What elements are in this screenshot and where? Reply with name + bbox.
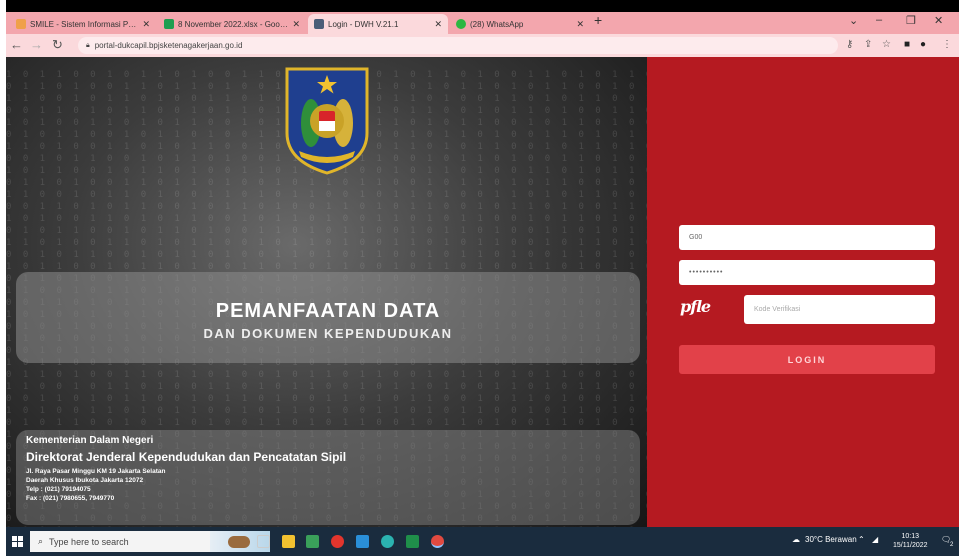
bookmark-star-icon[interactable]: ☆ — [882, 39, 891, 50]
excel-icon[interactable] — [406, 535, 419, 548]
lock-icon: 🔒︎ — [86, 41, 90, 49]
address-line-2: Daerah Khusus Ibukota Jakarta 12072 — [26, 477, 144, 484]
hero-title: PEMANFAATAN DATA — [215, 300, 441, 322]
minimize-icon[interactable]: – — [876, 14, 882, 26]
mail-icon[interactable] — [356, 535, 369, 548]
url-text: portal-dukcapil.bpjsketenagakerjaan.go.i… — [94, 41, 243, 50]
close-icon[interactable]: ✕ — [434, 19, 442, 30]
reload-icon[interactable]: ↻ — [52, 37, 63, 53]
tab-login[interactable]: Login - DWH V.21.1 ✕ — [308, 14, 448, 34]
sheets-favicon-icon — [164, 19, 174, 29]
profile-icon[interactable]: ● — [920, 39, 926, 50]
forward-arrow-icon[interactable]: → — [30, 37, 43, 52]
tab-smile[interactable]: SMILE - Sistem Informasi Perlind: ✕ — [10, 14, 156, 34]
captcha-input[interactable]: Kode Verifikasi — [744, 295, 935, 324]
hero-banner: PEMANFAATAN DATA DAN DOKUMEN KEPENDUDUKA… — [16, 272, 640, 363]
edge-icon[interactable] — [381, 535, 394, 548]
directorate-name: Direktorat Jenderal Kependudukan dan Pen… — [26, 450, 347, 464]
username-input[interactable]: G00 — [679, 225, 935, 250]
clock-date: 15/11/2022 — [893, 542, 928, 549]
key-icon[interactable]: ⚷ — [846, 39, 853, 50]
browser-tab-strip: SMILE - Sistem Informasi Perlind: ✕ 8 No… — [6, 12, 959, 34]
tab-label: Login - DWH V.21.1 — [328, 19, 399, 29]
contact-footer: Kementerian Dalam Negeri Direktorat Jend… — [16, 430, 640, 525]
search-placeholder: Type here to search — [49, 536, 129, 547]
captcha-image: pﬂe — [680, 297, 711, 316]
search-icon: ⌕ — [38, 536, 44, 546]
new-tab-icon[interactable]: + — [594, 12, 602, 28]
taskbar-search-box[interactable]: ⌕ Type here to search — [30, 531, 270, 552]
dwh-favicon-icon — [314, 19, 324, 29]
hero-subtitle: DAN DOKUMEN KEPENDUDUKAN — [203, 326, 453, 341]
login-panel: G00 •••••••••• pﬂe Kode Verifikasi LOGIN — [647, 57, 959, 527]
tab-label: (28) WhatsApp — [470, 19, 524, 29]
address-bar-row: ← → ↻ 🔒︎ portal-dukcapil.bpjsketenagaker… — [6, 34, 959, 57]
menu-dots-icon[interactable]: ⋮ — [942, 39, 952, 50]
close-icon[interactable]: ✕ — [142, 19, 150, 30]
kemendagri-emblem-logo — [285, 67, 369, 175]
clock-time: 10:13 — [901, 533, 920, 540]
hero-section: 1 0 1 1 0 0 1 0 1 1 0 1 0 0 1 1 0 1 0 1 … — [6, 57, 647, 527]
opera-icon[interactable] — [331, 535, 344, 548]
smile-favicon-icon — [16, 19, 26, 29]
tray-chevron-icon[interactable]: ⌃ — [858, 535, 865, 544]
back-arrow-icon[interactable]: ← — [10, 37, 23, 52]
phone-number: Telp : (021) 79194075 — [26, 486, 91, 493]
address-line-1: Jl. Raya Pasar Minggu KM 19 Jakarta Sela… — [26, 468, 166, 475]
share-icon[interactable]: ⇪ — [864, 39, 872, 50]
extension-icon[interactable]: ■ — [904, 39, 910, 50]
window-close-icon[interactable]: ✕ — [934, 14, 943, 27]
password-input[interactable]: •••••••••• — [679, 260, 935, 285]
tab-whatsapp[interactable]: (28) WhatsApp ✕ — [450, 14, 590, 34]
tab-search-chevron-icon[interactable]: ⌄ — [849, 14, 858, 27]
restore-icon[interactable]: ❐ — [906, 14, 916, 27]
close-icon[interactable]: ✕ — [292, 19, 300, 30]
chrome-icon[interactable] — [431, 535, 444, 548]
close-icon[interactable]: ✕ — [576, 19, 584, 30]
fax-number: Fax : (021) 7980655, 7949770 — [26, 495, 115, 502]
whatsapp-favicon-icon — [456, 19, 466, 29]
store-icon[interactable] — [306, 535, 319, 548]
weather-text[interactable]: 30°C Berawan — [805, 535, 857, 544]
weather-icon[interactable]: ☁︎ — [792, 535, 800, 544]
tab-label: 8 November 2022.xlsx - Google — [178, 19, 289, 29]
screen: SMILE - Sistem Informasi Perlind: ✕ 8 No… — [6, 0, 959, 556]
windows-start-icon[interactable] — [12, 536, 23, 547]
login-page: 1 0 1 1 0 0 1 0 1 1 0 1 0 0 1 1 0 1 0 1 … — [6, 57, 959, 527]
login-button[interactable]: LOGIN — [679, 345, 935, 374]
tab-label: SMILE - Sistem Informasi Perlind: — [30, 19, 139, 29]
file-explorer-icon[interactable] — [282, 535, 295, 548]
url-field[interactable]: 🔒︎ portal-dukcapil.bpjsketenagakerjaan.g… — [78, 37, 838, 54]
network-icon[interactable]: ◢ — [872, 535, 878, 544]
tab-sheets[interactable]: 8 November 2022.xlsx - Google ✕ — [158, 14, 306, 34]
notification-count: 2 — [950, 542, 954, 548]
ministry-name: Kementerian Dalam Negeri — [26, 435, 154, 446]
windows-taskbar: ⌕ Type here to search ☁︎ 30°C Berawan ⌃ … — [6, 527, 959, 556]
system-clock[interactable]: 10:13 15/11/2022 — [893, 532, 928, 550]
task-view-icon[interactable] — [257, 535, 270, 548]
